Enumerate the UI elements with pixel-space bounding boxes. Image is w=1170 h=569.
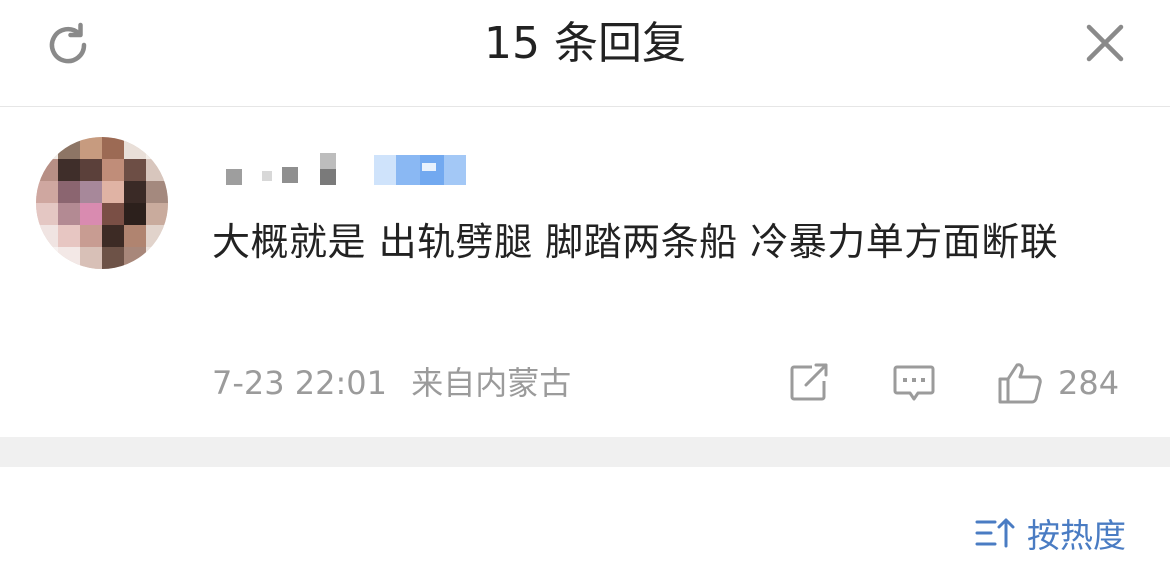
comment-location: 来自内蒙古 [411,364,572,402]
section-divider [0,437,1170,467]
comment-actions: 284 [780,361,1140,405]
sort-by-hot-button[interactable]: 按热度 [975,510,1126,556]
username-mosaic [226,153,466,185]
username-pixelated[interactable] [212,147,472,191]
comment-icon [893,365,935,401]
close-button[interactable] [1080,18,1130,68]
comment-item: 大概就是 出轨劈腿 脚踏两条船 冷暴力单方面断联 7-23 22:01 来自内蒙… [0,107,1170,437]
comment-text: 大概就是 出轨劈腿 脚踏两条船 冷暴力单方面断联 [212,220,1059,264]
share-button[interactable] [788,361,830,405]
like-count: 284 [1058,364,1120,402]
close-icon [1086,24,1124,62]
thumbs-up-icon [998,363,1042,404]
avatar[interactable] [36,137,168,269]
like-button[interactable]: 284 [996,361,1119,405]
avatar-image [36,137,168,269]
comment-meta: 7-23 22:01 来自内蒙古 [212,361,571,405]
comment-date: 7-23 22:01 [212,364,388,402]
sort-label: 按热度 [1027,516,1126,555]
share-icon [790,363,828,401]
page-title: 15 条回复 [484,18,686,69]
header-bar: 15 条回复 [0,0,1170,107]
reply-button[interactable] [892,361,936,405]
sort-icon [975,518,1015,548]
